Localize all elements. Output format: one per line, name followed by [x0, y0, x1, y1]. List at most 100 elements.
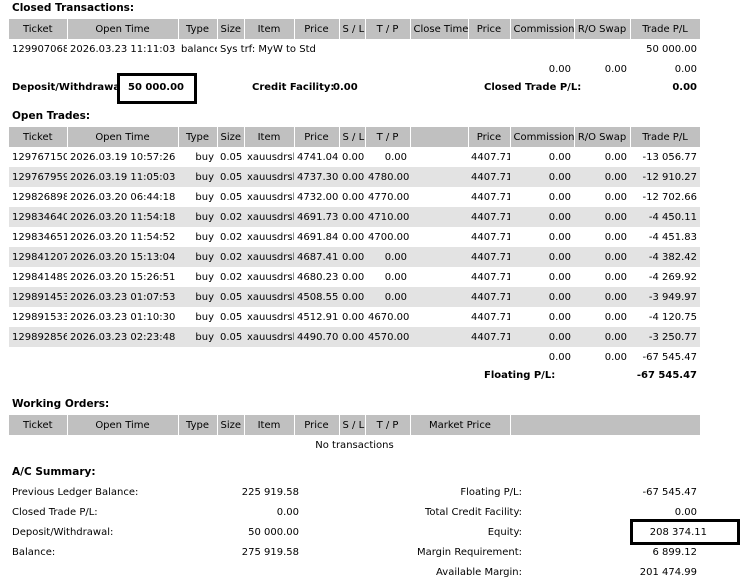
current-price-cell: 4407.71 [468, 227, 510, 247]
type-cell: buy [178, 247, 217, 267]
size-cell: 0.05 [217, 307, 244, 327]
commission-total: 0.00 [510, 59, 574, 79]
column-header: S / L [339, 415, 366, 435]
summary-value-total-credit: 0.00 [674, 507, 697, 518]
table-header-row: Ticket Open Time Type Size Item Price S … [9, 415, 701, 435]
price-cell: 4691.73 [294, 207, 339, 227]
column-header: Open Time [67, 19, 179, 39]
size-cell: 0.05 [217, 147, 244, 167]
table-row: 129891533 2026.03.23 01:10:30 buy 0.05 xauus… [9, 307, 700, 327]
column-header: Ticket [9, 415, 68, 435]
totals-row: 0.00 0.00 -67 545.47 [9, 347, 700, 367]
item-cell: xauusdrsb [244, 307, 294, 327]
current-price-cell: 4407.71 [468, 187, 510, 207]
current-price-cell: 4407.71 [468, 267, 510, 287]
item-cell: xauusdrsb [244, 147, 294, 167]
trade-pl-total: 0.00 [630, 59, 700, 79]
item-cell: xauusdrsb [244, 227, 294, 247]
table-row: 129841207 2026.03.20 15:13:04 buy 0.02 xauus… [9, 247, 700, 267]
table-row: 129767959 2026.03.19 11:05:03 buy 0.05 xauus… [9, 167, 700, 187]
table-row: 129841489 2026.03.20 15:26:51 buy 0.02 xauus… [9, 267, 700, 287]
ticket-cell: 129907068 [9, 39, 67, 59]
open-time-cell: 2026.03.20 11:54:52 [67, 227, 178, 247]
open-time-cell: 2026.03.23 02:23:48 [67, 327, 178, 347]
swap-cell: 0.00 [574, 327, 630, 347]
commission-cell: 0.00 [510, 247, 574, 267]
price-cell: 4490.70 [294, 327, 339, 347]
closed-trade-pl-label: Closed Trade P/L: [484, 82, 582, 93]
commission-cell: 0.00 [510, 147, 574, 167]
column-header: Type [178, 19, 218, 39]
closed-transactions-title: Closed Transactions: [12, 2, 135, 14]
highlight-box: 50 000.00 [117, 73, 197, 104]
summary-label-available-margin: Available Margin: [436, 567, 522, 578]
closed-transactions-table: Ticket Open Time Type Size Item Price S … [9, 19, 701, 79]
open-time-cell: 2026.03.23 11:11:03 [67, 39, 178, 59]
ticket-cell: 129841207 [9, 247, 67, 267]
price-cell: 4687.41 [294, 247, 339, 267]
trade-pl-cell: -4 120.75 [630, 307, 700, 327]
item-cell: xauusdrsb [244, 167, 294, 187]
take-profit-cell: 4710.00 [365, 207, 410, 227]
price-cell: 4512.91 [294, 307, 339, 327]
summary-label-closed-trade-pl: Closed Trade P/L: [12, 507, 98, 518]
column-header: Price [468, 127, 511, 147]
column-header: Market Price [410, 415, 511, 435]
column-header: Type [178, 415, 218, 435]
type-cell: buy [178, 187, 217, 207]
stop-loss-cell: 0.00 [339, 147, 365, 167]
type-cell: buy [178, 327, 217, 347]
no-transactions-text: No transactions [9, 435, 700, 455]
summary-label-margin-requirement: Margin Requirement: [416, 547, 522, 558]
current-price-cell: 4407.71 [468, 287, 510, 307]
empty-row: No transactions [9, 435, 700, 455]
trade-pl-cell: 50 000.00 [630, 39, 700, 59]
column-header: Trade P/L [630, 127, 701, 147]
summary-label-total-credit: Total Credit Facility: [424, 507, 522, 518]
swap-cell: 0.00 [574, 187, 630, 207]
item-cell: xauusdrsb [244, 187, 294, 207]
working-orders-table: Ticket Open Time Type Size Item Price S … [9, 415, 701, 455]
highlight-box: 208 374.11 [630, 519, 740, 545]
stop-loss-cell: 0.00 [339, 267, 365, 287]
column-header: T / P [365, 127, 411, 147]
commission-cell: 0.00 [510, 187, 574, 207]
swap-total: 0.00 [574, 59, 630, 79]
item-cell: xauusdrsb [244, 207, 294, 227]
column-header: Size [217, 415, 245, 435]
table-row: 129767150 2026.03.19 10:57:26 buy 0.05 xauus… [9, 147, 700, 167]
trade-pl-cell: -4 269.92 [630, 267, 700, 287]
column-header: Item [244, 415, 295, 435]
column-header: Ticket [9, 127, 68, 147]
credit-facility-value: 0.00 [333, 82, 358, 93]
type-cell: buy [178, 207, 217, 227]
ticket-cell: 129767959 [9, 167, 67, 187]
commission-cell: 0.00 [510, 267, 574, 287]
type-cell: balance [178, 39, 217, 59]
trade-pl-cell: -3 949.97 [630, 287, 700, 307]
deposit-withdrawal-label: Deposit/Withdrawal: [12, 82, 128, 93]
column-header: T / P [365, 19, 411, 39]
item-cell: Sys trf: MyW to Std [217, 39, 339, 59]
ac-summary-title: A/C Summary: [12, 466, 96, 478]
current-price-cell: 4407.71 [468, 167, 510, 187]
column-header: Item [244, 19, 295, 39]
current-price-cell: 4407.71 [468, 327, 510, 347]
swap-cell: 0.00 [574, 207, 630, 227]
stop-loss-cell: 0.00 [339, 327, 365, 347]
trade-pl-cell: -3 250.77 [630, 327, 700, 347]
ticket-cell: 129834651 [9, 227, 67, 247]
open-trades-table: Ticket Open Time Type Size Item Price S … [9, 127, 701, 367]
column-header: Price [294, 415, 340, 435]
stop-loss-cell: 0.00 [339, 187, 365, 207]
table-row: 129907068 2026.03.23 11:11:03 balance Sy… [9, 39, 700, 59]
type-cell: buy [178, 167, 217, 187]
trade-pl-cell: -4 382.42 [630, 247, 700, 267]
column-header: Open Time [67, 415, 179, 435]
ticket-cell: 129767150 [9, 147, 67, 167]
summary-label-previous-ledger: Previous Ledger Balance: [12, 487, 139, 498]
summary-value-closed-trade-pl: 0.00 [276, 507, 299, 518]
summary-value-available-margin: 201 474.99 [639, 567, 697, 578]
price-cell: 4508.55 [294, 287, 339, 307]
trade-pl-cell: -4 451.83 [630, 227, 700, 247]
